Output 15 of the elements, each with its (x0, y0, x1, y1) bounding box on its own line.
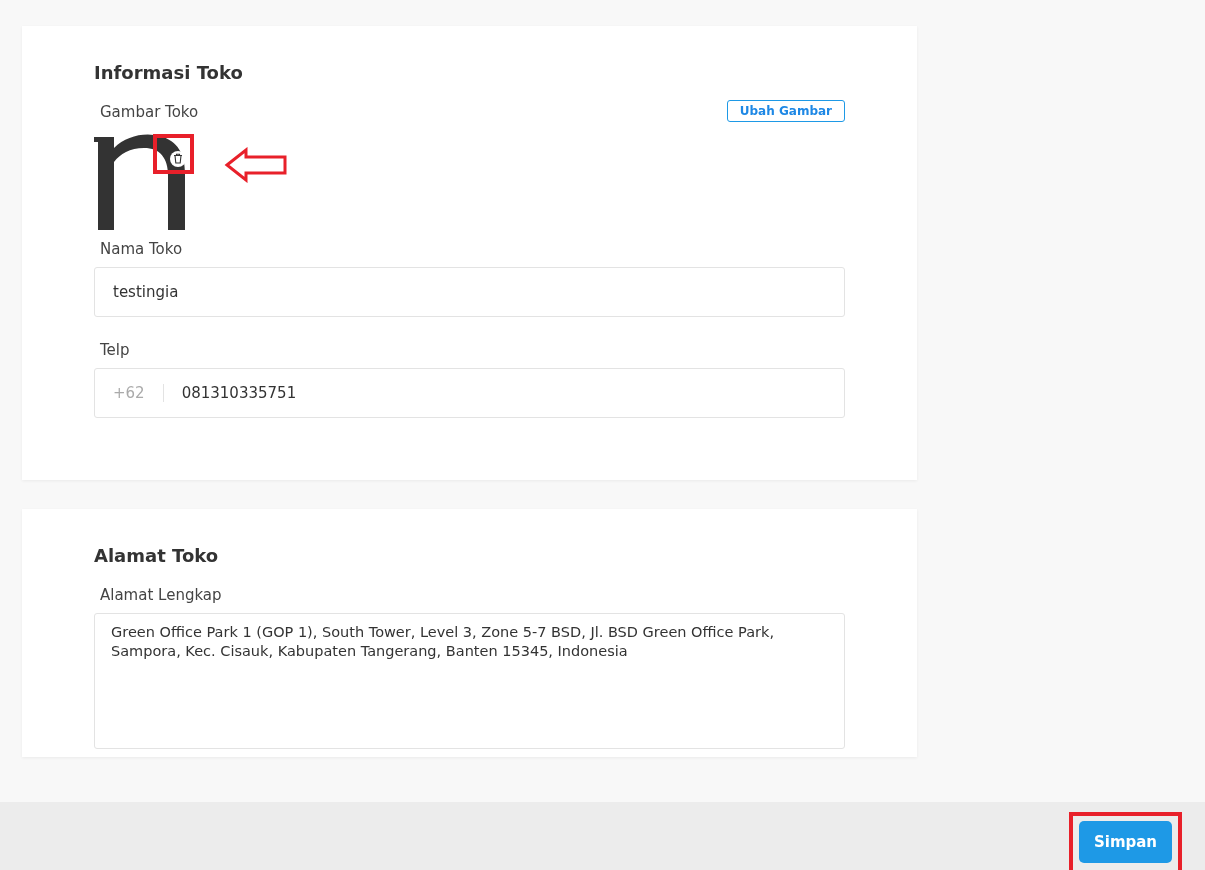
section-title: Informasi Toko (94, 62, 243, 83)
phone-field[interactable]: +62 081310335751 (94, 368, 845, 418)
store-name-field[interactable]: testingia (94, 267, 845, 317)
field-label: Nama Toko (100, 240, 183, 258)
country-code: +62 (113, 384, 145, 402)
section-title: Alamat Toko (94, 545, 219, 566)
address-field[interactable]: Green Office Park 1 (GOP 1), South Tower, Level 3, Zone 5-7 BSD, Jl. BSD Green Office Park, Sampora, Kec. Cisauk, Kabupaten Tangerang, Banten 15345, Indonesia (94, 613, 845, 749)
field-label: Telp (100, 341, 130, 359)
highlight-box (153, 134, 194, 174)
phone-number-input[interactable]: 081310335751 (181, 384, 826, 402)
trash-icon[interactable] (170, 151, 186, 167)
field-label: Alamat Lengkap (100, 586, 222, 604)
left-arrow-annotation (224, 147, 288, 183)
change-image-button[interactable]: Ubah Gambar (726, 100, 845, 122)
field-label: Gambar Toko (100, 103, 199, 121)
